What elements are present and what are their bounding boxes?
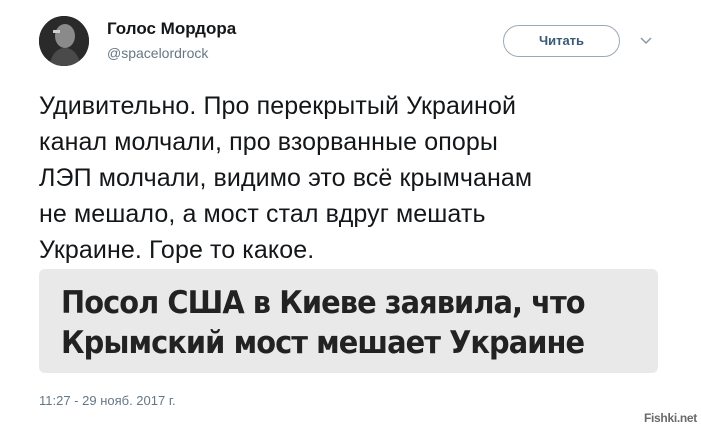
site-watermark: Fishki.net xyxy=(643,411,697,425)
tweet-text-line: не мешало, а мост стал вдруг мешать xyxy=(39,200,486,228)
tweet-media-image[interactable]: Посол США в Киеве заявила, что Крымский … xyxy=(39,269,658,373)
chevron-down-icon[interactable] xyxy=(638,34,654,48)
tweet-text-line: Украине. Горе то какое. xyxy=(39,236,315,264)
tweet-text-line: канал молчали, про взорванные опоры xyxy=(39,128,498,156)
author-display-name[interactable]: Голос Мордора xyxy=(107,19,236,39)
media-headline-line: Посол США в Киеве заявила, что xyxy=(61,285,586,321)
tweet-timestamp[interactable]: 11:27 - 29 нояб. 2017 г. xyxy=(39,393,176,408)
media-headline: Посол США в Киеве заявила, что Крымский … xyxy=(61,283,586,363)
tweet-text: Удивительно. Про перекрытый Украиной кан… xyxy=(39,88,679,268)
media-headline-line: Крымский мост мешает Украине xyxy=(61,325,585,361)
tweet-text-line: ЛЭП молчали, видимо это всё крымчанам xyxy=(39,164,533,192)
follow-button[interactable]: Читать xyxy=(503,25,620,57)
avatar[interactable] xyxy=(39,16,89,66)
tweet-text-line: Удивительно. Про перекрытый Украиной xyxy=(39,92,517,120)
author-handle[interactable]: @spacelordrock xyxy=(107,45,208,61)
